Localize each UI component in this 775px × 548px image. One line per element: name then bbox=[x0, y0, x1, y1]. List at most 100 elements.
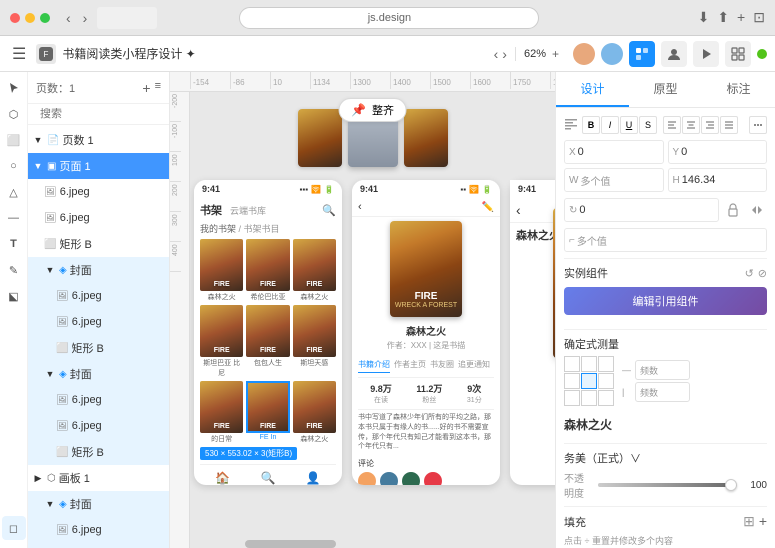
layer-jpeg8[interactable]: 🖼 6.jpeg bbox=[28, 543, 169, 548]
address-bar[interactable]: js.design bbox=[239, 7, 539, 29]
anchor-mc[interactable] bbox=[581, 373, 597, 389]
layers-icon[interactable]: ≡ bbox=[155, 80, 161, 96]
download-icon[interactable]: ⬇ bbox=[698, 9, 710, 26]
back-button[interactable]: ‹ bbox=[62, 8, 75, 28]
tool-cursor[interactable] bbox=[2, 76, 26, 100]
tool-image[interactable]: ⬕ bbox=[2, 284, 26, 308]
anchor-mr[interactable] bbox=[598, 373, 614, 389]
align-justify-icon[interactable] bbox=[720, 116, 738, 134]
tab-comments[interactable]: 作者主页 bbox=[394, 359, 426, 373]
tool-pen[interactable]: ✎ bbox=[2, 258, 26, 282]
anchor-tc[interactable] bbox=[581, 356, 597, 372]
tab-intro[interactable]: 书籍介绍 bbox=[358, 359, 390, 373]
horizontal-scrollbar[interactable] bbox=[190, 540, 555, 548]
layer-page1[interactable]: ▼ 📄 页数 1 bbox=[28, 127, 169, 153]
tool-rect[interactable]: ⬜ bbox=[2, 128, 26, 152]
layer-jpeg7[interactable]: 🖼 6.jpeg bbox=[28, 517, 169, 543]
x-value[interactable]: 0 bbox=[578, 146, 584, 158]
align-right-icon[interactable] bbox=[701, 116, 719, 134]
flip-icon[interactable] bbox=[747, 200, 767, 220]
w-value[interactable]: 多个值 bbox=[580, 173, 610, 188]
layer-board1[interactable]: ▶ ⬡ 画板 1 bbox=[28, 465, 169, 491]
add-layer-icon[interactable]: + bbox=[142, 80, 150, 96]
undo-button[interactable]: ‹ bbox=[494, 46, 499, 62]
tab-chapters[interactable]: 追更通知 bbox=[458, 359, 490, 373]
sidebar-toggle-icon[interactable] bbox=[97, 7, 157, 29]
strikethrough-icon[interactable]: S bbox=[639, 116, 657, 134]
y-value[interactable]: 0 bbox=[681, 146, 687, 158]
fill-grid-icon[interactable]: ⊞ bbox=[743, 513, 755, 530]
align-x-input[interactable]: 频数 bbox=[635, 360, 690, 380]
back-icon[interactable]: ‹ bbox=[358, 201, 362, 213]
redo-button[interactable]: › bbox=[502, 46, 507, 62]
tab-related[interactable]: 书友圈 bbox=[430, 359, 454, 373]
add-tab-icon[interactable]: + bbox=[737, 9, 745, 26]
opacity-thumb[interactable] bbox=[725, 479, 737, 491]
menu-icon[interactable]: ☰ bbox=[8, 40, 30, 68]
play-icon[interactable] bbox=[693, 41, 719, 67]
grid-icon[interactable] bbox=[725, 41, 751, 67]
layer-jpeg5[interactable]: 🖼 6.jpeg bbox=[28, 387, 169, 413]
layer-rect2[interactable]: ⬜ 矩形 B bbox=[28, 335, 169, 361]
align-center-icon[interactable] bbox=[682, 116, 700, 134]
tool-component[interactable]: ◻ bbox=[2, 516, 26, 540]
layer-rect3[interactable]: ⬜ 矩形 B bbox=[28, 439, 169, 465]
minimize-button[interactable] bbox=[25, 13, 35, 23]
anchor-bl[interactable] bbox=[564, 390, 580, 406]
layer-cover3[interactable]: ▼ ◈ 封面 bbox=[28, 491, 169, 517]
anchor-tl[interactable] bbox=[564, 356, 580, 372]
tool-ellipse[interactable]: ○ bbox=[2, 154, 26, 178]
tab-markup[interactable]: 标注 bbox=[702, 72, 775, 107]
maximize-button[interactable] bbox=[40, 13, 50, 23]
close-button[interactable] bbox=[10, 13, 20, 23]
instance-reset-icon[interactable]: ↺ bbox=[745, 267, 754, 280]
layer-jpeg1[interactable]: 🖼 6.jpeg bbox=[28, 179, 169, 205]
underline-icon[interactable]: U bbox=[620, 116, 638, 134]
discover-icon[interactable]: 🔍 bbox=[261, 471, 276, 485]
tool-polygon[interactable]: △ bbox=[2, 180, 26, 204]
search-icon[interactable]: 🔍 bbox=[322, 204, 336, 217]
window-icon[interactable]: ⊡ bbox=[753, 9, 765, 26]
h-value[interactable]: 146.34 bbox=[682, 174, 716, 186]
layer-jpeg4[interactable]: 🖼 6.jpeg bbox=[28, 309, 169, 335]
back-icon-3[interactable]: ‹ bbox=[516, 202, 521, 218]
canvas-area[interactable]: -154 -86 10 1134 1300 1400 1500 1600 175… bbox=[170, 72, 555, 548]
profile-icon[interactable]: 👤 bbox=[306, 471, 321, 485]
anchor-br[interactable] bbox=[598, 390, 614, 406]
share-icon[interactable]: ⬆ bbox=[717, 9, 729, 26]
align-y-input[interactable]: 频数 bbox=[635, 382, 690, 402]
tab-design[interactable]: 设计 bbox=[556, 72, 629, 107]
rotation-value[interactable]: 0 bbox=[579, 204, 585, 216]
user-icon[interactable] bbox=[661, 41, 687, 67]
design-mode-icon[interactable] bbox=[629, 41, 655, 67]
anchor-ml[interactable] bbox=[564, 373, 580, 389]
opacity-slider[interactable] bbox=[598, 483, 737, 487]
layer-jpeg3[interactable]: 🖼 6.jpeg bbox=[28, 283, 169, 309]
tool-text[interactable]: T bbox=[2, 232, 26, 256]
more-options-icon[interactable] bbox=[749, 116, 767, 134]
anchor-bc[interactable] bbox=[581, 390, 597, 406]
layer-frame1[interactable]: ▼ ▣ 页面 1 bbox=[28, 153, 169, 179]
layer-cover1[interactable]: ▼ ◈ 封面 bbox=[28, 257, 169, 283]
layer-jpeg6[interactable]: 🖼 6.jpeg bbox=[28, 413, 169, 439]
layer-rect1[interactable]: ⬜ 矩形 B bbox=[28, 231, 169, 257]
anchor-tr[interactable] bbox=[598, 356, 614, 372]
tool-line[interactable]: — bbox=[2, 206, 26, 230]
tab-prototype[interactable]: 原型 bbox=[629, 72, 702, 107]
zoom-plus[interactable]: + bbox=[552, 47, 559, 61]
align-left-icon[interactable] bbox=[663, 116, 681, 134]
canvas-content[interactable]: 📌 整齐 9:41 ▪▪▪ 🛜 🔋 bbox=[190, 92, 555, 540]
scrollbar-thumb[interactable] bbox=[245, 540, 336, 548]
italic-icon[interactable]: I bbox=[601, 116, 619, 134]
edit-icon[interactable]: ✏️ bbox=[482, 202, 494, 213]
corner-value[interactable]: 多个值 bbox=[577, 233, 607, 248]
search-input[interactable] bbox=[40, 108, 169, 120]
forward-button[interactable]: › bbox=[79, 8, 92, 28]
component-btn[interactable]: 编辑引用组件 bbox=[564, 287, 767, 315]
tool-frame[interactable]: ⬡ bbox=[2, 102, 26, 126]
bold-icon[interactable]: B bbox=[582, 116, 600, 134]
home-icon[interactable]: 🏠 bbox=[215, 471, 230, 485]
lock-icon[interactable] bbox=[723, 200, 743, 220]
fill-add-icon[interactable]: + bbox=[759, 513, 767, 530]
layer-cover2[interactable]: ▼ ◈ 封面 bbox=[28, 361, 169, 387]
